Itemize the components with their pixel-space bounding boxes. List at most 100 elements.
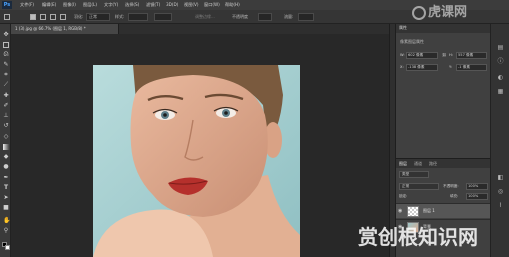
opacity-value: 100% xyxy=(468,184,479,188)
menu-filter[interactable]: 滤镜(T) xyxy=(146,0,160,10)
menu-edit[interactable]: 编辑(E) xyxy=(42,0,56,10)
paths-panel-icon[interactable]: ⌇ xyxy=(497,202,504,209)
h-field[interactable]: 557 像素 xyxy=(456,52,487,59)
link-icon[interactable]: ⛓ xyxy=(442,52,447,59)
add-selection-icon[interactable] xyxy=(40,14,46,20)
type-icon[interactable]: T xyxy=(3,185,9,191)
watermark-top: 虎课网 xyxy=(428,5,468,20)
h-value: 557 像素 xyxy=(458,53,474,57)
channels-panel-icon[interactable]: ◎ xyxy=(497,188,504,195)
fill-field[interactable]: 100% xyxy=(466,193,488,200)
shape-icon[interactable]: ■ xyxy=(3,205,9,211)
swatches-panel-icon[interactable]: ▦ xyxy=(497,88,504,95)
style-label: 样式: xyxy=(115,14,125,19)
menu-window[interactable]: 窗口(W) xyxy=(204,0,220,10)
tab-channels[interactable]: 通道 xyxy=(414,159,422,168)
intersect-selection-icon[interactable] xyxy=(60,14,66,20)
menu-layer[interactable]: 图层(L) xyxy=(83,0,97,10)
portrait-image xyxy=(93,65,300,257)
tool-preset-icon[interactable] xyxy=(4,14,10,20)
photoshop-logo: Ps xyxy=(2,1,12,9)
layer-kind-filter[interactable]: 类型 xyxy=(399,171,429,178)
hand-icon[interactable]: ✋ xyxy=(3,218,10,224)
fill-label: 填充: xyxy=(450,194,459,198)
w-field[interactable]: 602 像素 xyxy=(406,52,438,59)
history-brush-icon[interactable]: ↺ xyxy=(3,123,9,129)
menu-view[interactable]: 视图(V) xyxy=(184,0,199,10)
tab-layers[interactable]: 图层 xyxy=(399,159,407,168)
dodge-icon[interactable]: ● xyxy=(3,164,9,170)
x-field[interactable]: -138 像素 xyxy=(406,64,438,71)
menu-select[interactable]: 选择(S) xyxy=(125,0,139,10)
y-field[interactable]: -1 像素 xyxy=(456,64,487,71)
portrait-photo[interactable] xyxy=(93,65,300,257)
fill-value: 100% xyxy=(468,194,479,198)
feather-field[interactable]: 正常 xyxy=(86,13,110,21)
document-tab[interactable]: 1 (3).jpg @ 66.7% (图层 1, RGB/8) * xyxy=(11,24,119,34)
x-value: -138 像素 xyxy=(408,65,425,69)
menu-type[interactable]: 文字(Y) xyxy=(104,0,118,10)
visibility-eye-icon[interactable]: ◉ xyxy=(398,209,403,214)
blur-icon[interactable]: ◆ xyxy=(3,154,9,160)
refine-edge-button[interactable]: 调整边缘... xyxy=(195,13,215,21)
layer-thumbnail xyxy=(407,206,419,217)
color-panel-icon[interactable]: ◐ xyxy=(497,74,504,81)
brush-icon[interactable]: ✐ xyxy=(3,103,9,109)
flow-label: 流量: xyxy=(284,14,294,19)
properties-tab[interactable]: 属性 xyxy=(399,24,407,32)
new-selection-icon[interactable] xyxy=(30,14,36,20)
opacity-label: 不透明度: xyxy=(443,184,459,188)
menu-help[interactable]: 帮助(H) xyxy=(225,0,240,10)
w-value: 602 像素 xyxy=(408,53,424,57)
gradient-icon[interactable] xyxy=(3,144,9,150)
menu-image[interactable]: 图像(I) xyxy=(63,0,76,10)
layers-panel-icon[interactable]: ◧ xyxy=(497,174,504,181)
x-label: X: xyxy=(400,65,404,69)
zoom-icon[interactable]: ⚲ xyxy=(3,228,9,234)
move-icon[interactable]: ✥ xyxy=(3,32,9,38)
opacity-label: 不透明度 xyxy=(232,14,248,19)
width-field[interactable] xyxy=(128,13,148,21)
layers-tabs: 图层 通道 路径 xyxy=(396,159,491,168)
menu-file[interactable]: 文件(F) xyxy=(20,0,34,10)
panel-icons-column: ▤ ⓘ ◐ ▦ ◧ ◎ ⌇ xyxy=(490,24,509,257)
y-label: Y: xyxy=(449,65,452,69)
pen-icon[interactable]: ✒ xyxy=(3,175,9,181)
opacity-field[interactable]: 100% xyxy=(466,183,488,190)
lock-label: 锁定: xyxy=(399,194,408,198)
feather-label: 羽化: xyxy=(74,14,84,19)
stamp-icon[interactable]: ⊥ xyxy=(3,113,9,119)
flow-field[interactable] xyxy=(298,13,314,21)
eyedropper-icon[interactable]: ⟋ xyxy=(3,82,9,88)
properties-panel: 属性 像素图层属性 W: 602 像素 ⛓ H: 557 像素 X: -138 … xyxy=(395,24,491,158)
document-tabs: 1 (3).jpg @ 66.7% (图层 1, RGB/8) * xyxy=(11,24,389,34)
layer-row[interactable]: ◉ 图层 1 xyxy=(396,203,491,218)
watermark-bottom: 赏创根知识网 xyxy=(358,225,478,249)
h-label: H: xyxy=(449,53,453,57)
info-panel-icon[interactable]: ⓘ xyxy=(497,58,504,65)
path-select-icon[interactable]: ➤ xyxy=(3,195,9,201)
subtract-selection-icon[interactable] xyxy=(50,14,56,20)
background-color-swatch[interactable] xyxy=(5,245,10,250)
menu-3d[interactable]: 3D(D) xyxy=(166,0,178,10)
healing-icon[interactable]: ✚ xyxy=(3,93,9,99)
opacity-field[interactable] xyxy=(258,13,272,21)
blend-mode-value: 正常 xyxy=(402,184,410,188)
tools-panel: ✥ ᘏ ✎ ⌗ ⟋ ✚ ✐ ⊥ ↺ ◇ ◆ ● ✒ T ➤ ■ ✋ ⚲ xyxy=(0,24,11,257)
layer-name: 图层 1 xyxy=(423,208,435,213)
y-value: -1 像素 xyxy=(458,65,470,69)
style-value: 正常 xyxy=(89,14,97,19)
crop-icon[interactable]: ⌗ xyxy=(3,72,9,78)
kind-label: 类型 xyxy=(402,172,410,176)
blend-mode-select[interactable]: 正常 xyxy=(399,183,439,190)
quick-select-icon[interactable]: ✎ xyxy=(3,62,9,68)
height-field[interactable] xyxy=(154,13,172,21)
properties-panel-icon[interactable]: ▤ xyxy=(497,44,504,51)
properties-subtitle: 像素图层属性 xyxy=(400,39,424,44)
w-label: W: xyxy=(400,53,405,57)
watermark-logo-icon xyxy=(412,6,426,20)
eraser-icon[interactable]: ◇ xyxy=(3,134,9,140)
marquee-icon[interactable] xyxy=(3,42,9,48)
lasso-icon[interactable]: ᘏ xyxy=(3,52,9,58)
tab-paths[interactable]: 路径 xyxy=(429,159,437,168)
